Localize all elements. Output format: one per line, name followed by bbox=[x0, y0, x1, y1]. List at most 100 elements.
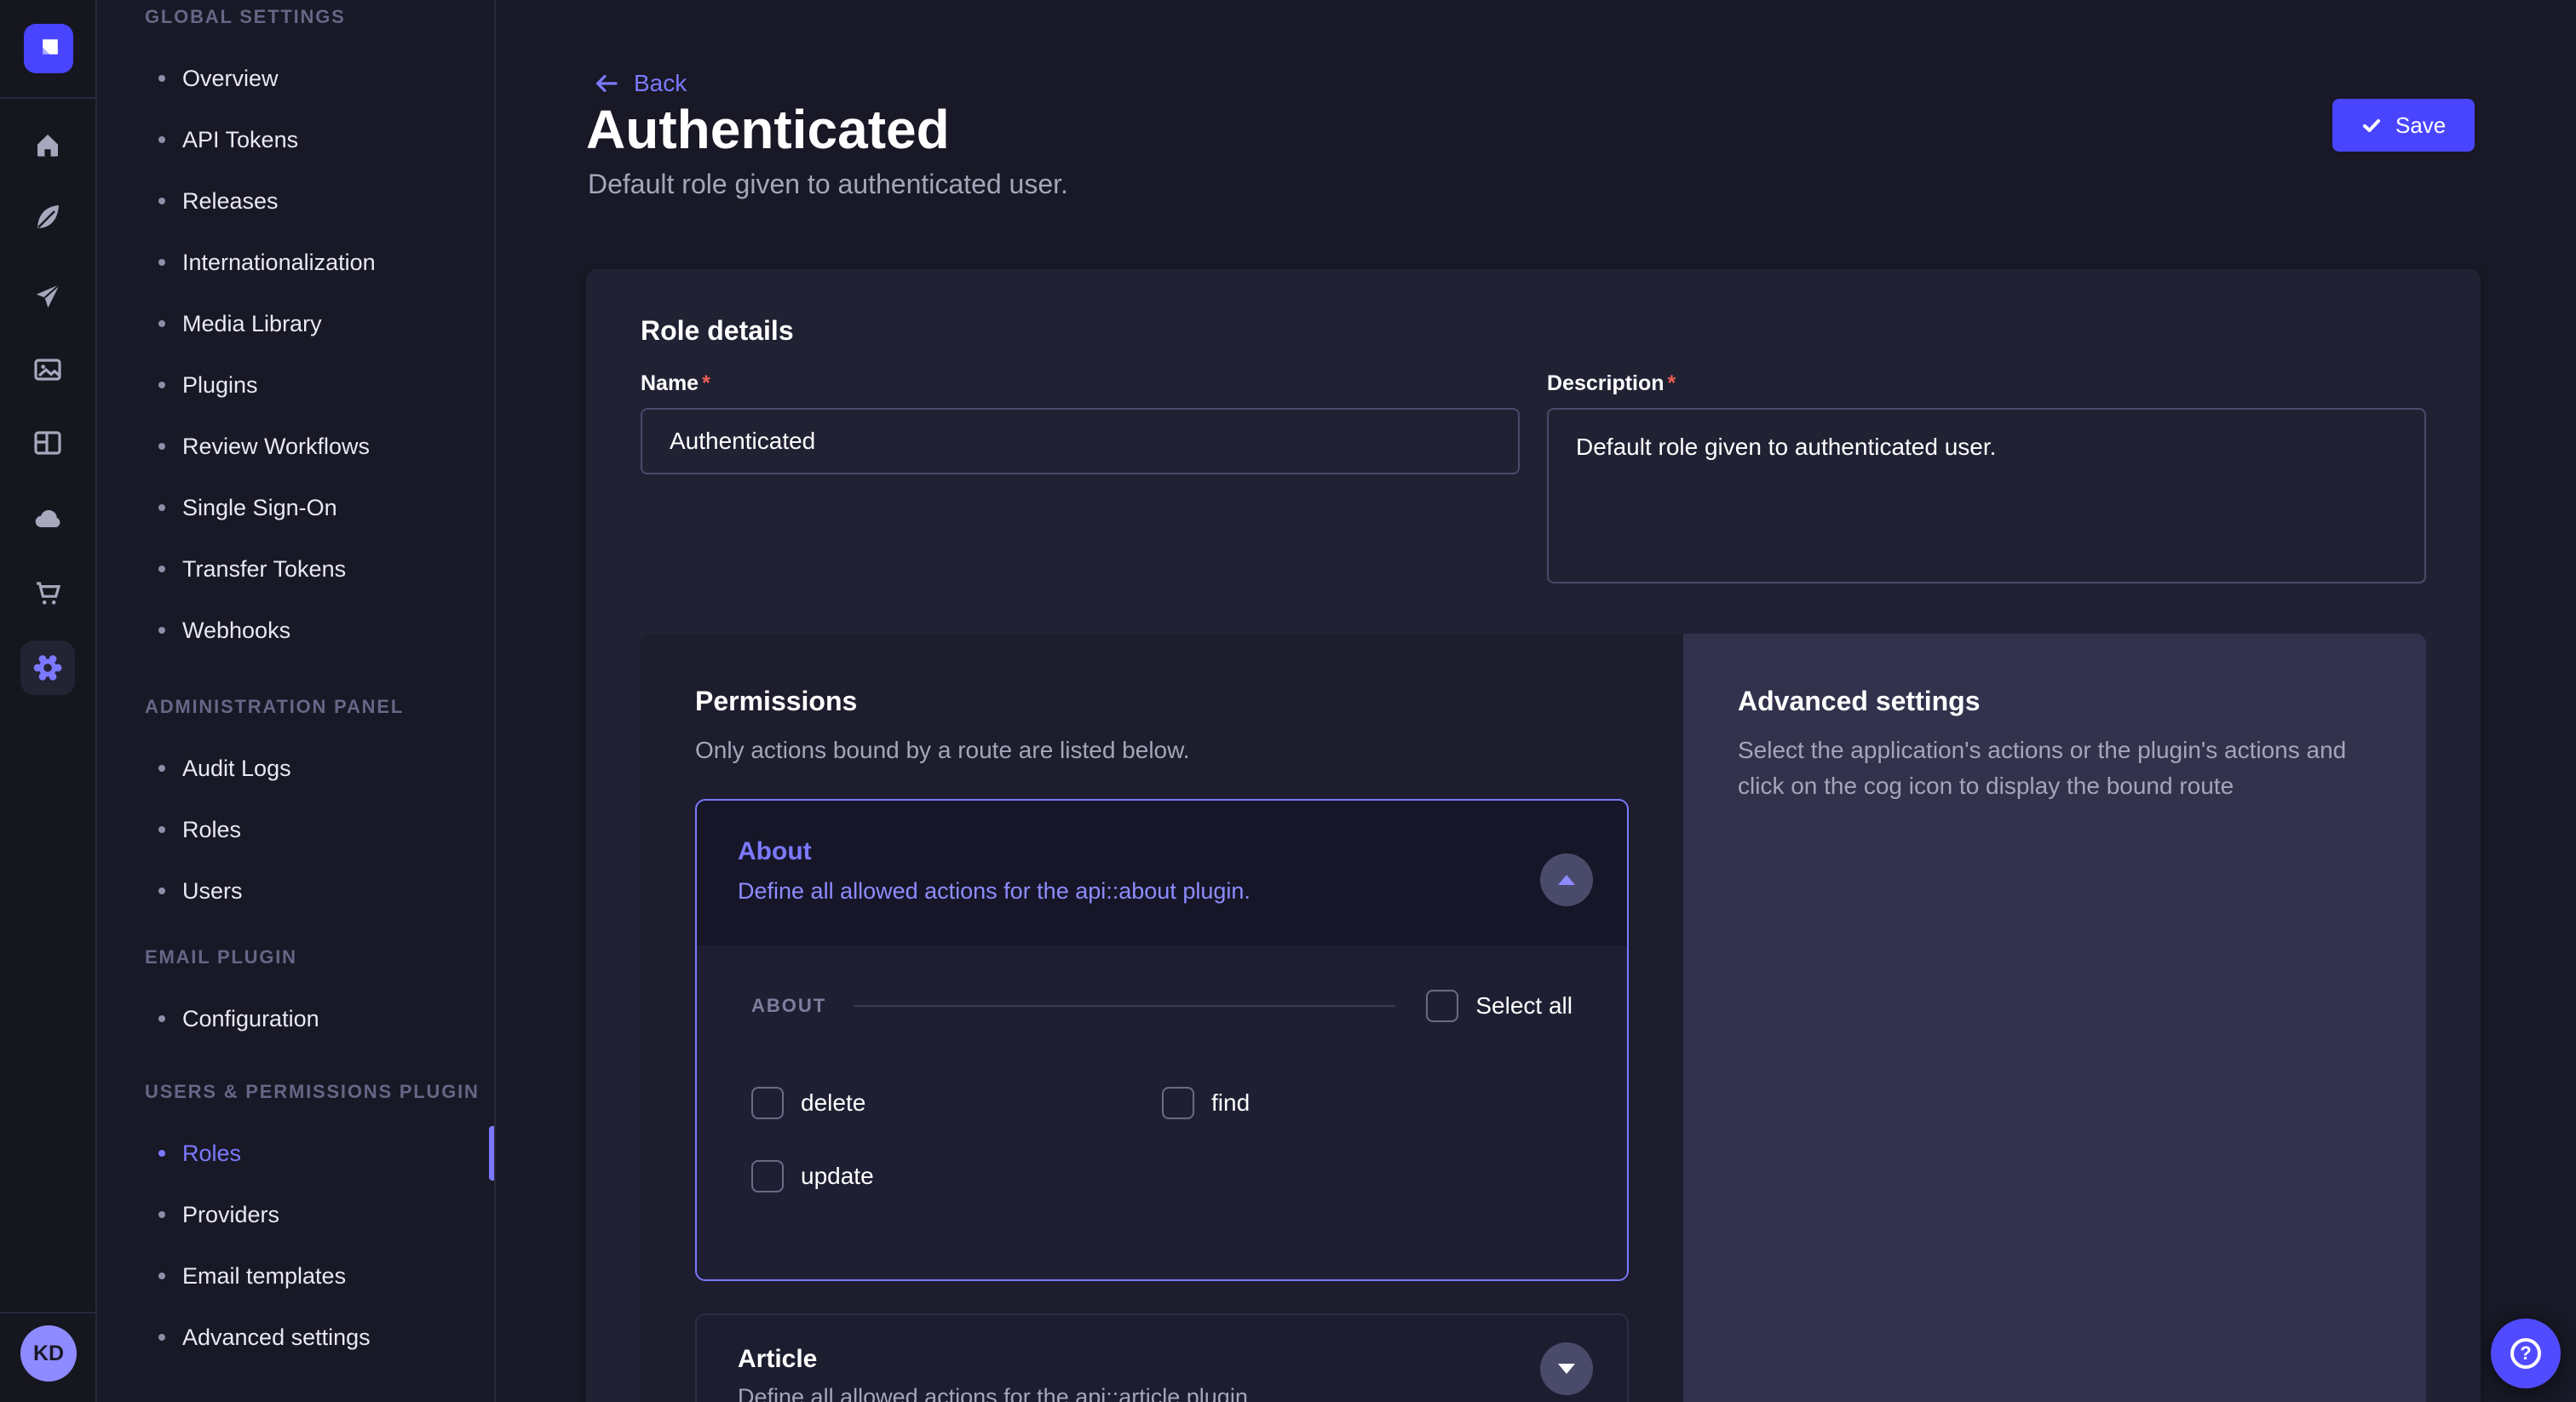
required-asterisk: * bbox=[1668, 371, 1676, 395]
sidebar-item-media-library[interactable]: Media Library bbox=[97, 293, 494, 354]
section-email-plugin: EMAIL PLUGIN bbox=[145, 944, 494, 971]
advanced-settings-body: Select the application's actions or the … bbox=[1738, 733, 2358, 804]
question-mark-icon: ? bbox=[2510, 1338, 2541, 1369]
page-title: Authenticated bbox=[586, 97, 950, 162]
section-users-permissions-plugin: USERS & PERMISSIONS PLUGIN bbox=[145, 1078, 494, 1106]
about-accordion-title: About bbox=[738, 835, 1508, 869]
bullet-icon bbox=[158, 259, 165, 266]
shopping-cart-icon[interactable] bbox=[27, 572, 68, 613]
action-delete-option[interactable]: delete bbox=[751, 1087, 1162, 1119]
bullet-icon bbox=[158, 320, 165, 327]
delete-checkbox[interactable] bbox=[751, 1087, 784, 1119]
name-field: Name* bbox=[641, 371, 1520, 474]
advanced-settings-heading: Advanced settings bbox=[1738, 685, 2358, 717]
permissions-heading: Permissions bbox=[695, 685, 1629, 717]
section-global-settings: GLOBAL SETTINGS bbox=[145, 3, 494, 31]
bullet-icon bbox=[158, 826, 165, 833]
layout-icon[interactable] bbox=[27, 422, 68, 463]
rail-divider-top bbox=[0, 97, 95, 99]
about-group-label: ABOUT bbox=[751, 995, 826, 1017]
strapi-logo[interactable] bbox=[24, 24, 73, 73]
save-button[interactable]: Save bbox=[2332, 99, 2475, 152]
bullet-icon bbox=[158, 1334, 165, 1341]
bullet-icon bbox=[158, 504, 165, 511]
action-find-option[interactable]: find bbox=[1162, 1087, 1573, 1119]
sidebar-item-up-roles[interactable]: Roles bbox=[97, 1123, 494, 1184]
bullet-icon bbox=[158, 136, 165, 143]
about-accordion-subtitle: Define all allowed actions for the api::… bbox=[738, 876, 1508, 906]
avatar[interactable]: KD bbox=[20, 1325, 77, 1382]
description-field: Description* Default role given to authe… bbox=[1547, 371, 2426, 589]
page-subtitle: Default role given to authenticated user… bbox=[588, 169, 1068, 200]
role-details-card: Role details Name* Description* Default … bbox=[586, 269, 2481, 1402]
main-content: Back Authenticated Default role given to… bbox=[496, 0, 2576, 1402]
sidebar-item-internationalization[interactable]: Internationalization bbox=[97, 232, 494, 293]
collapse-accordion-button[interactable] bbox=[1540, 853, 1593, 906]
chevron-down-icon bbox=[1558, 1364, 1575, 1374]
select-all-checkbox[interactable] bbox=[1426, 990, 1458, 1022]
article-accordion-subtitle: Define all allowed actions for the api::… bbox=[738, 1382, 1508, 1402]
about-accordion-header[interactable]: About Define all allowed actions for the… bbox=[697, 801, 1627, 945]
sidebar-item-single-sign-on[interactable]: Single Sign-On bbox=[97, 477, 494, 538]
article-accordion-header[interactable]: Article Define all allowed actions for t… bbox=[697, 1315, 1627, 1402]
bullet-icon bbox=[158, 1211, 165, 1218]
active-item-indicator bbox=[489, 1126, 494, 1181]
about-accordion: About Define all allowed actions for the… bbox=[695, 799, 1629, 1281]
bullet-icon bbox=[158, 1015, 165, 1022]
sidebar-item-transfer-tokens[interactable]: Transfer Tokens bbox=[97, 538, 494, 600]
permissions-advanced-wrapper: Permissions Only actions bound by a rout… bbox=[641, 634, 2426, 1402]
permissions-panel: Permissions Only actions bound by a rout… bbox=[641, 634, 1683, 1402]
bullet-icon bbox=[158, 888, 165, 894]
article-accordion-title: Article bbox=[738, 1342, 1508, 1376]
cloud-icon[interactable] bbox=[27, 497, 68, 538]
about-accordion-body: ABOUT Select all delete bbox=[697, 945, 1627, 1281]
rail-divider-bottom bbox=[0, 1312, 95, 1313]
action-update-option[interactable]: update bbox=[751, 1160, 1162, 1192]
check-icon bbox=[2361, 115, 2382, 135]
sidebar-item-admin-roles[interactable]: Roles bbox=[97, 799, 494, 860]
name-input[interactable] bbox=[641, 408, 1520, 474]
description-input[interactable]: Default role given to authenticated user… bbox=[1547, 408, 2426, 583]
strapi-settings-app: KD GLOBAL SETTINGS Overview API Tokens R… bbox=[0, 0, 2576, 1402]
sidebar-item-review-workflows[interactable]: Review Workflows bbox=[97, 416, 494, 477]
permissions-subtitle: Only actions bound by a route are listed… bbox=[695, 733, 1629, 768]
bullet-icon bbox=[158, 75, 165, 82]
arrow-left-icon bbox=[593, 70, 620, 97]
sidebar-item-configuration[interactable]: Configuration bbox=[97, 988, 494, 1049]
sidebar-item-plugins[interactable]: Plugins bbox=[97, 354, 494, 416]
strapi-logo-icon bbox=[28, 28, 69, 69]
bullet-icon bbox=[158, 443, 165, 450]
sidebar-item-providers[interactable]: Providers bbox=[97, 1184, 494, 1245]
article-accordion: Article Define all allowed actions for t… bbox=[695, 1313, 1629, 1402]
expand-accordion-button[interactable] bbox=[1540, 1342, 1593, 1395]
feather-pen-icon[interactable] bbox=[27, 196, 68, 237]
help-button[interactable]: ? bbox=[2491, 1319, 2561, 1388]
media-pictures-icon[interactable] bbox=[27, 349, 68, 390]
section-administration-panel: ADMINISTRATION PANEL bbox=[145, 693, 494, 721]
sidebar-item-advanced-settings[interactable]: Advanced settings bbox=[97, 1307, 494, 1368]
sidebar-item-webhooks[interactable]: Webhooks bbox=[97, 600, 494, 661]
select-all-option[interactable]: Select all bbox=[1426, 990, 1573, 1022]
name-label: Name* bbox=[641, 371, 1520, 396]
bullet-icon bbox=[158, 382, 165, 388]
update-checkbox[interactable] bbox=[751, 1160, 784, 1192]
home-icon[interactable] bbox=[27, 124, 68, 165]
find-checkbox[interactable] bbox=[1162, 1087, 1194, 1119]
sidebar-item-email-templates[interactable]: Email templates bbox=[97, 1245, 494, 1307]
bullet-icon bbox=[158, 1273, 165, 1279]
sidebar-item-api-tokens[interactable]: API Tokens bbox=[97, 109, 494, 170]
sidebar-item-overview[interactable]: Overview bbox=[97, 48, 494, 109]
sidebar-item-releases[interactable]: Releases bbox=[97, 170, 494, 232]
settings-sidebar: GLOBAL SETTINGS Overview API Tokens Rele… bbox=[97, 0, 496, 1402]
gear-icon[interactable] bbox=[20, 641, 75, 695]
bullet-icon bbox=[158, 765, 165, 772]
paper-plane-icon[interactable] bbox=[27, 276, 68, 317]
required-asterisk: * bbox=[702, 371, 710, 395]
sidebar-item-users[interactable]: Users bbox=[97, 860, 494, 922]
main-nav-rail: KD bbox=[0, 0, 97, 1402]
chevron-up-icon bbox=[1558, 875, 1575, 885]
back-link[interactable]: Back bbox=[593, 70, 687, 97]
sidebar-item-audit-logs[interactable]: Audit Logs bbox=[97, 738, 494, 799]
bullet-icon bbox=[158, 627, 165, 634]
group-divider bbox=[854, 1005, 1395, 1007]
